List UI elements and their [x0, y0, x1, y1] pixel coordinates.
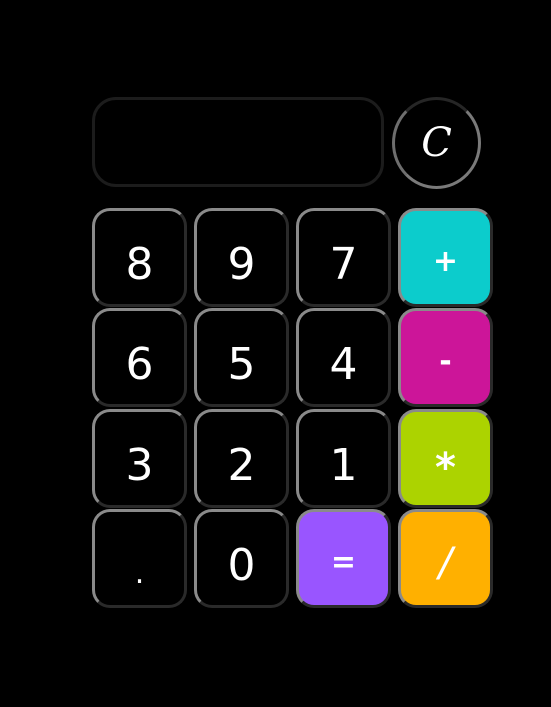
key-7[interactable]: 7 [296, 208, 391, 307]
plus-button[interactable]: + [398, 208, 493, 307]
key-1[interactable]: 1 [296, 409, 391, 508]
minus-button[interactable]: - [398, 308, 493, 407]
multiply-button[interactable]: * [398, 409, 493, 508]
divide-button[interactable]: / [398, 509, 493, 608]
display-screen [92, 97, 384, 187]
key-4[interactable]: 4 [296, 308, 391, 407]
clear-button[interactable]: C [392, 97, 481, 189]
key-9[interactable]: 9 [194, 208, 289, 307]
calculator: C 8 9 7 + 6 5 4 - 3 2 1 * . 0 = / [0, 0, 551, 707]
key-3[interactable]: 3 [92, 409, 187, 508]
key-5[interactable]: 5 [194, 308, 289, 407]
key-2[interactable]: 2 [194, 409, 289, 508]
equals-button[interactable]: = [296, 509, 391, 608]
key-6[interactable]: 6 [92, 308, 187, 407]
key-0[interactable]: 0 [194, 509, 289, 608]
key-8[interactable]: 8 [92, 208, 187, 307]
decimal-point-button[interactable]: . [92, 509, 187, 608]
